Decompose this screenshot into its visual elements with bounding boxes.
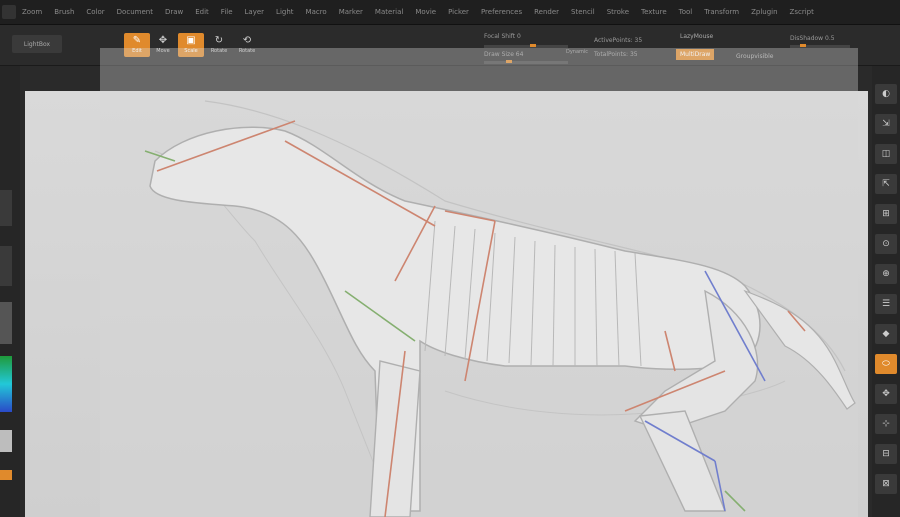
menu-item-file[interactable]: File <box>215 8 239 16</box>
menu-item-stencil[interactable]: Stencil <box>565 8 601 16</box>
shelf-button-8[interactable]: ☰ <box>875 294 897 314</box>
left-shelf <box>0 66 20 517</box>
dis-shadow-slider-label[interactable]: DisShadow 0.5 <box>790 35 835 42</box>
dis-shadow-knob[interactable] <box>800 44 806 47</box>
menu-item-texture[interactable]: Texture <box>635 8 673 16</box>
lazy-mouse-button[interactable]: LazyMouse <box>676 31 717 42</box>
material-thumbnail[interactable] <box>0 302 12 344</box>
menu-item-zscript[interactable]: Zscript <box>784 8 820 16</box>
menu-item-marker[interactable]: Marker <box>333 8 369 16</box>
focal-shift-knob[interactable] <box>530 44 536 47</box>
menu-item-light[interactable]: Light <box>270 8 299 16</box>
menu-item-zplugin[interactable]: Zplugin <box>745 8 783 16</box>
menu-item-material[interactable]: Material <box>369 8 409 16</box>
shelf-button-1[interactable]: ◐ <box>875 84 897 104</box>
menu-bar: Zoom Brush Color Document Draw Edit File Layer L… <box>0 0 900 25</box>
menu-item-stroke[interactable]: Stroke <box>601 8 635 16</box>
stroke-thumbnail[interactable] <box>0 246 12 286</box>
menu-item-edit[interactable]: Edit <box>189 8 215 16</box>
move-icon: ✥ <box>158 35 168 46</box>
menu-item-color[interactable]: Color <box>80 8 110 16</box>
main-color-swatch[interactable] <box>0 430 12 452</box>
transpose-overlay <box>100 48 858 517</box>
lightbox-button[interactable]: LightBox <box>12 35 62 53</box>
app-logo-icon <box>2 5 16 19</box>
shelf-button-10[interactable]: ⬭ <box>875 354 897 374</box>
shelf-button-7[interactable]: ⊕ <box>875 264 897 284</box>
menu-item-draw[interactable]: Draw <box>159 8 189 16</box>
rotate-icon: ⟲ <box>242 35 252 46</box>
color-picker[interactable] <box>0 356 12 412</box>
menu-item-picker[interactable]: Picker <box>442 8 475 16</box>
menu-item-macro[interactable]: Macro <box>300 8 333 16</box>
shelf-button-3[interactable]: ◫ <box>875 144 897 164</box>
secondary-color-swatch[interactable] <box>0 470 12 480</box>
shelf-button-6[interactable]: ⊙ <box>875 234 897 254</box>
menu-item-transform[interactable]: Transform <box>698 8 745 16</box>
shelf-button-14[interactable]: ⊠ <box>875 474 897 494</box>
scale-icon: ▣ <box>186 35 196 46</box>
shelf-button-5[interactable]: ⊞ <box>875 204 897 224</box>
menu-item-document[interactable]: Document <box>111 8 159 16</box>
shelf-button-11[interactable]: ✥ <box>875 384 897 404</box>
menu-item-render[interactable]: Render <box>528 8 565 16</box>
shelf-button-13[interactable]: ⊟ <box>875 444 897 464</box>
right-shelf: ◐ ⇲ ◫ ⇱ ⊞ ⊙ ⊕ ☰ ◆ ⬭ ✥ ⊹ ⊟ ⊠ <box>872 66 900 517</box>
menu-item-zoom[interactable]: Zoom <box>16 8 48 16</box>
brush-thumbnail[interactable] <box>0 190 12 226</box>
menu-item-layer[interactable]: Layer <box>239 8 271 16</box>
focal-shift-slider-label[interactable]: Focal Shift 0 <box>484 33 521 40</box>
rotate-icon: ↻ <box>214 35 224 46</box>
shelf-button-12[interactable]: ⊹ <box>875 414 897 434</box>
menu-item-movie[interactable]: Movie <box>409 8 442 16</box>
menu-item-brush[interactable]: Brush <box>48 8 80 16</box>
edit-icon: ✎ <box>132 35 142 46</box>
shelf-button-4[interactable]: ⇱ <box>875 174 897 194</box>
shelf-button-9[interactable]: ◆ <box>875 324 897 344</box>
active-points-readout: ActivePoints: 35 <box>594 37 643 44</box>
shelf-button-2[interactable]: ⇲ <box>875 114 897 134</box>
menu-item-preferences[interactable]: Preferences <box>475 8 528 16</box>
menu-item-tool[interactable]: Tool <box>673 8 699 16</box>
